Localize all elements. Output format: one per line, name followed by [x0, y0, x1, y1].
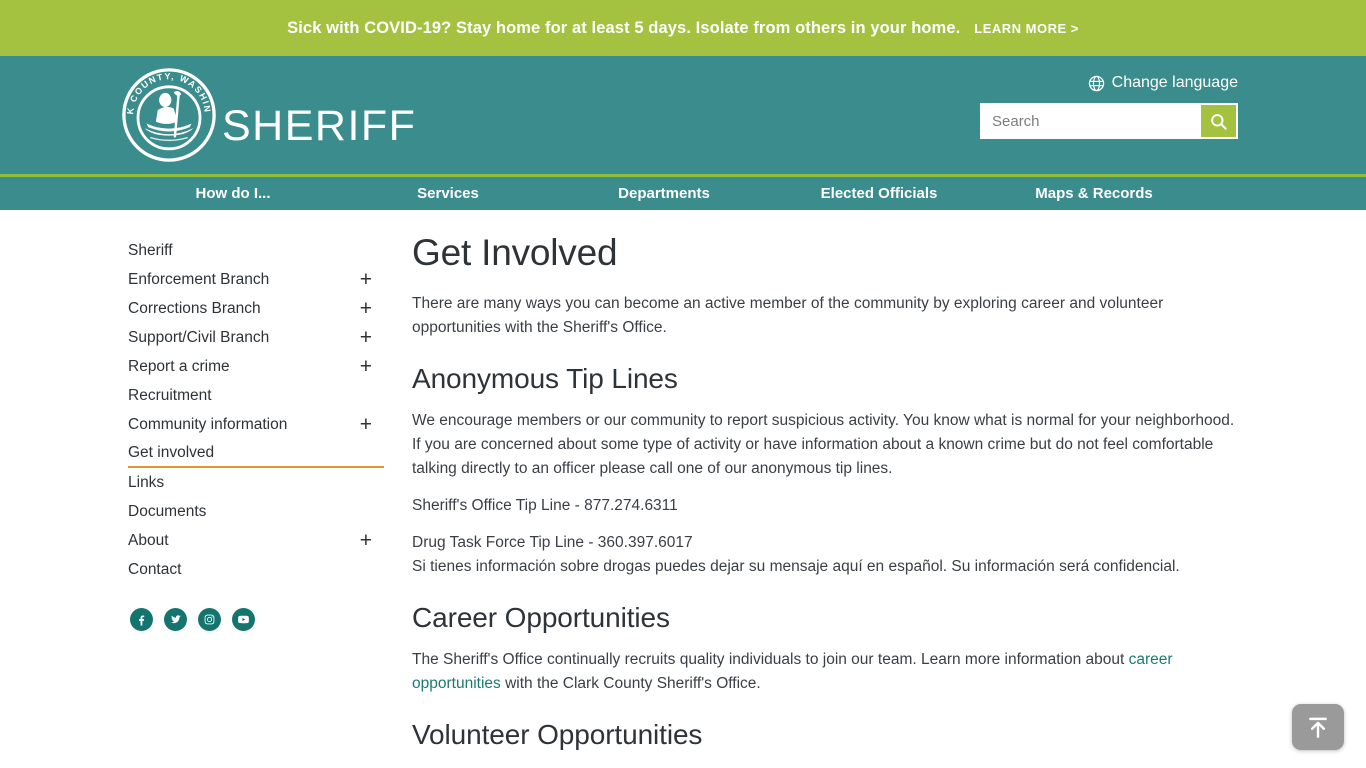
nav-item-elected-officials[interactable]: Elected Officials [821, 185, 938, 202]
sidebar-item-label: Documents [128, 502, 207, 520]
search-input[interactable] [982, 105, 1201, 137]
site-header: CLARK COUNTY, WASHINGTON SHERIFF [0, 56, 1366, 177]
sidebar-item-links[interactable]: Links [128, 468, 384, 497]
search-icon [1211, 113, 1227, 130]
career-text-after: with the Clark County Sheriff's Office. [500, 675, 761, 692]
tip-lines-paragraph: We encourage members or our community to… [412, 412, 1235, 477]
youtube-icon [238, 615, 249, 624]
expand-plus-icon[interactable]: + [360, 298, 384, 319]
instagram-icon [204, 614, 215, 625]
change-language-button[interactable]: Change language [1088, 74, 1238, 92]
main-navigation: How do I... Services Departments Elected Of… [0, 177, 1366, 210]
search-button[interactable] [1201, 105, 1236, 137]
sidebar-item-label: Enforcement Branch [128, 270, 270, 288]
drug-task-force-tip-line: Drug Task Force Tip Line - 360.397.6017 [412, 534, 693, 551]
expand-plus-icon[interactable]: + [360, 414, 384, 435]
career-text-before: The Sheriff's Office continually recruit… [412, 651, 1129, 668]
main-content: Get Involved There are many ways you can… [400, 210, 1366, 768]
sidebar-item-label: Recruitment [128, 386, 212, 404]
sidebar-item-enforcement-branch[interactable]: Enforcement Branch + [128, 265, 384, 294]
section-heading-volunteer: Volunteer Opportunities [412, 719, 703, 750]
sidebar-item-label: Report a crime [128, 357, 230, 375]
nav-item-departments[interactable]: Departments [618, 185, 710, 202]
sidebar-item-label: Links [128, 473, 165, 491]
social-links [128, 608, 400, 631]
facebook-icon [139, 615, 145, 626]
section-sidebar: Sheriff Enforcement Branch + Corrections Br… [0, 210, 400, 768]
intro-paragraph: There are many ways you can become an ac… [412, 295, 1164, 336]
sidebar-item-about[interactable]: About + [128, 526, 384, 555]
sidebar-item-corrections-branch[interactable]: Corrections Branch + [128, 294, 384, 323]
sidebar-item-label: Contact [128, 560, 182, 578]
covid-alert-banner: Sick with COVID-19? Stay home for at lea… [0, 0, 1366, 56]
site-brand[interactable]: CLARK COUNTY, WASHINGTON SHERIFF [122, 68, 416, 162]
nav-item-services[interactable]: Services [417, 185, 479, 202]
arrow-up-to-line-icon [1309, 717, 1327, 738]
sidebar-item-sheriff[interactable]: Sheriff [128, 236, 384, 265]
youtube-link[interactable] [232, 608, 255, 631]
sidebar-item-label: Community information [128, 415, 288, 433]
sidebar-item-support-civil-branch[interactable]: Support/Civil Branch + [128, 323, 384, 352]
clark-county-seal-icon: CLARK COUNTY, WASHINGTON [122, 68, 216, 162]
sidebar-item-contact[interactable]: Contact [128, 555, 384, 584]
sidebar-item-report-a-crime[interactable]: Report a crime + [128, 352, 384, 381]
globe-icon [1088, 75, 1104, 91]
page-body: Sheriff Enforcement Branch + Corrections Br… [0, 210, 1366, 768]
site-title: SHERIFF [222, 101, 417, 150]
sidebar-menu: Sheriff Enforcement Branch + Corrections Br… [128, 236, 400, 584]
sidebar-item-get-involved[interactable]: Get involved [128, 439, 384, 468]
facebook-link[interactable] [130, 608, 153, 631]
nav-item-maps-records[interactable]: Maps & Records [1035, 185, 1153, 202]
alert-learn-more-link[interactable]: LEARN MORE > [974, 21, 1079, 36]
sidebar-item-label: About [128, 531, 169, 549]
sidebar-item-label: Sheriff [128, 241, 173, 259]
section-heading-tip-lines: Anonymous Tip Lines [412, 363, 678, 394]
expand-plus-icon[interactable]: + [360, 269, 384, 290]
expand-plus-icon[interactable]: + [360, 327, 384, 348]
search-box [980, 103, 1238, 139]
section-heading-career: Career Opportunities [412, 602, 670, 633]
sidebar-item-label: Support/Civil Branch [128, 328, 270, 346]
expand-plus-icon[interactable]: + [360, 356, 384, 377]
career-paragraph: The Sheriff's Office continually recruit… [412, 648, 1236, 696]
sidebar-item-recruitment[interactable]: Recruitment [128, 381, 384, 410]
drug-task-force-tip-line-spanish: Si tienes información sobre drogas puede… [412, 558, 1180, 575]
back-to-top-button[interactable] [1292, 704, 1344, 750]
sidebar-item-label: Corrections Branch [128, 299, 261, 317]
alert-message: Sick with COVID-19? Stay home for at lea… [287, 18, 961, 37]
sidebar-item-documents[interactable]: Documents [128, 497, 384, 526]
header-utilities: Change language [980, 74, 1238, 139]
sheriff-tip-line: Sheriff's Office Tip Line - 877.274.6311 [412, 497, 678, 514]
sidebar-item-community-information[interactable]: Community information + [128, 410, 384, 439]
twitter-icon [170, 615, 181, 624]
change-language-label: Change language [1111, 74, 1238, 91]
page-title: Get Involved [412, 232, 618, 273]
nav-item-how-do-i[interactable]: How do I... [196, 185, 271, 202]
expand-plus-icon[interactable]: + [360, 530, 384, 551]
twitter-link[interactable] [164, 608, 187, 631]
instagram-link[interactable] [198, 608, 221, 631]
sidebar-item-label: Get involved [128, 443, 215, 461]
